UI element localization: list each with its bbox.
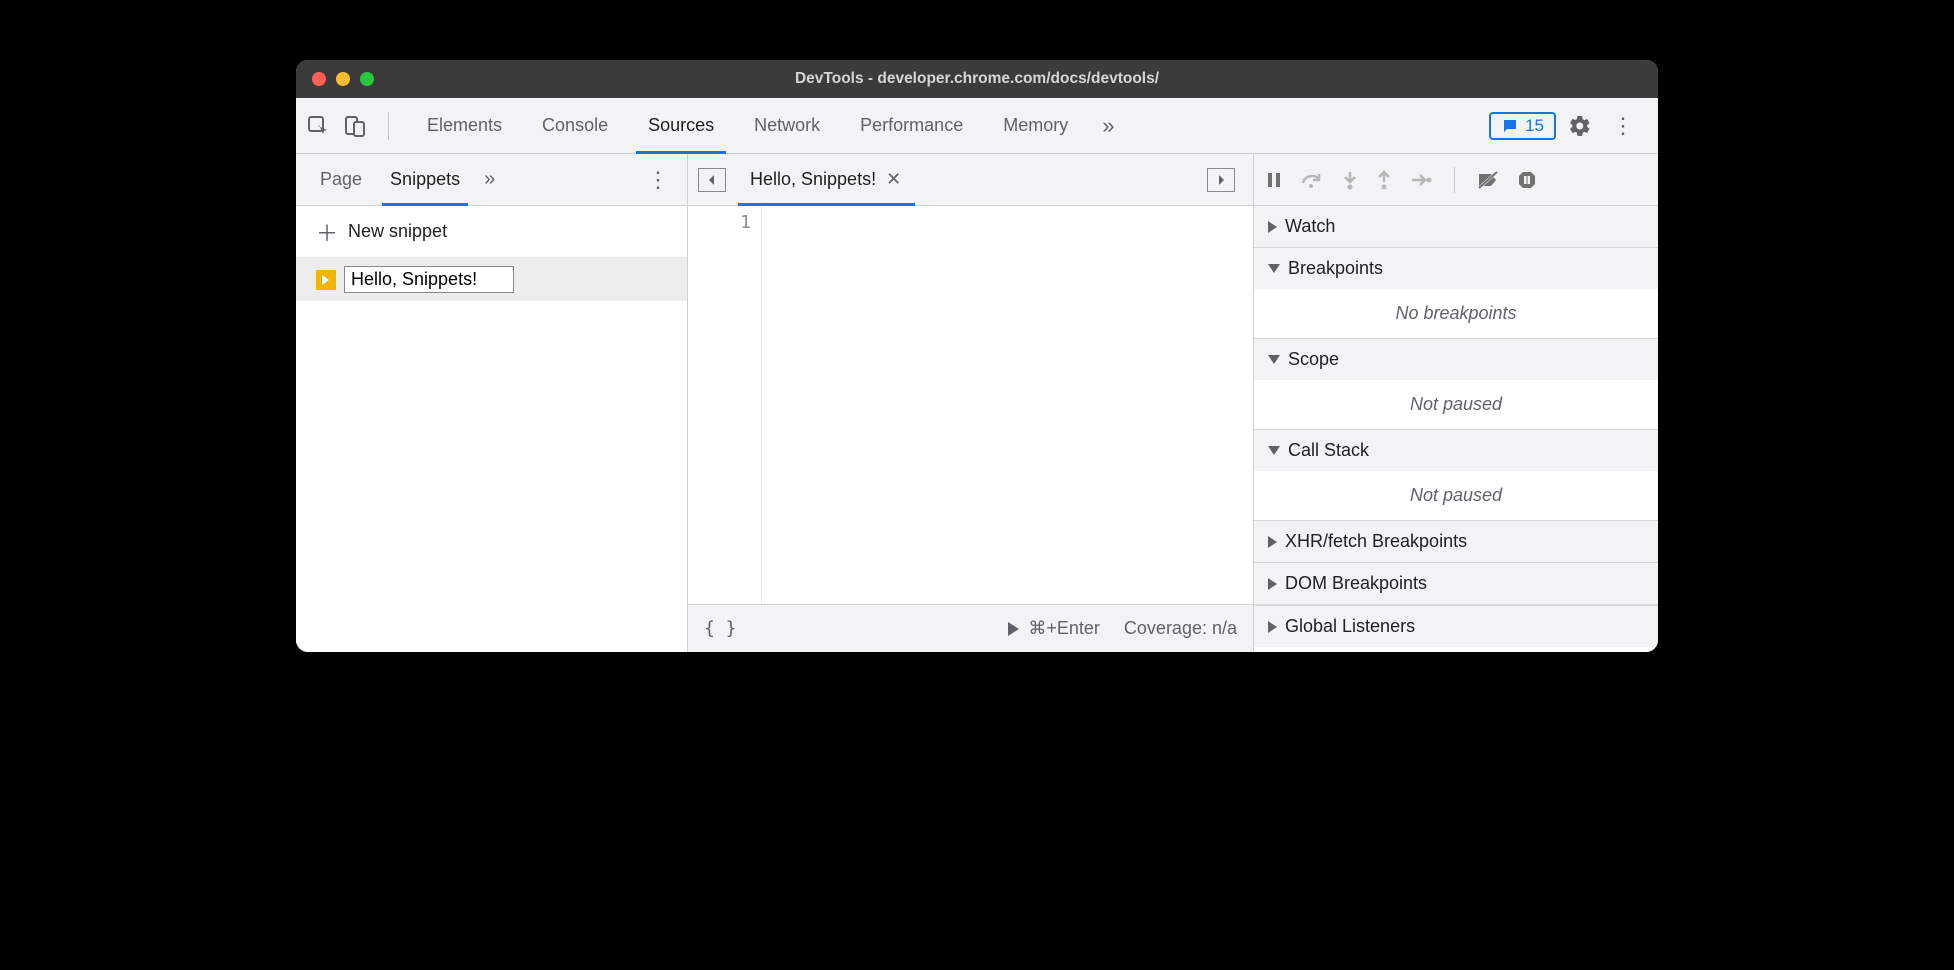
- inspect-element-icon[interactable]: [306, 114, 330, 138]
- section-label: DOM Breakpoints: [1285, 573, 1427, 594]
- navigator-more-icon[interactable]: ⋮: [639, 167, 677, 193]
- navigator-subtabs: Page Snippets » ⋮: [296, 154, 687, 206]
- snippet-name-input[interactable]: [344, 266, 514, 293]
- main-tab-bar: Elements Console Sources Network Perform…: [296, 98, 1658, 154]
- device-toolbar-icon[interactable]: [344, 114, 366, 138]
- chevron-right-icon: [1268, 578, 1277, 590]
- section-breakpoints: Breakpoints No breakpoints: [1254, 248, 1658, 339]
- pretty-print-icon[interactable]: { }: [704, 618, 737, 639]
- chevron-down-icon: [1268, 446, 1280, 455]
- toolbar-divider: [1454, 167, 1455, 193]
- tab-performance[interactable]: Performance: [840, 98, 983, 153]
- debugger-toggle-right-icon[interactable]: [1207, 168, 1235, 192]
- section-body-call-stack: Not paused: [1254, 471, 1658, 520]
- debugger-panel: Watch Breakpoints No breakpoints Scope N…: [1254, 154, 1658, 652]
- snippet-list-item[interactable]: [296, 258, 687, 301]
- tab-elements[interactable]: Elements: [407, 98, 522, 153]
- deactivate-breakpoints-icon[interactable]: [1477, 170, 1499, 190]
- chevron-right-icon: [1268, 221, 1277, 233]
- messages-badge[interactable]: 15: [1489, 112, 1556, 140]
- step-icon: [1410, 172, 1432, 188]
- subtab-page[interactable]: Page: [306, 154, 376, 205]
- chevron-down-icon: [1268, 264, 1280, 273]
- section-header-dom[interactable]: DOM Breakpoints: [1254, 563, 1658, 604]
- section-label: Scope: [1288, 349, 1339, 370]
- section-label: Global Listeners: [1285, 616, 1415, 637]
- close-tab-icon[interactable]: ✕: [884, 169, 903, 190]
- chevron-right-icon: [1268, 536, 1277, 548]
- step-out-icon: [1376, 170, 1392, 190]
- section-label: Call Stack: [1288, 440, 1369, 461]
- section-watch: Watch: [1254, 206, 1658, 248]
- run-snippet-button[interactable]: ⌘+Enter: [1006, 618, 1100, 639]
- section-header-breakpoints[interactable]: Breakpoints: [1254, 248, 1658, 289]
- debugger-toolbar: [1254, 154, 1658, 206]
- section-label: Watch: [1285, 216, 1335, 237]
- main-tabs: Elements Console Sources Network Perform…: [407, 98, 1489, 153]
- tabs-overflow-icon[interactable]: »: [1088, 98, 1128, 153]
- tab-sources[interactable]: Sources: [628, 98, 734, 153]
- section-xhr-breakpoints: XHR/fetch Breakpoints: [1254, 521, 1658, 563]
- devtools-window: DevTools - developer.chrome.com/docs/dev…: [296, 60, 1658, 652]
- subtab-snippets[interactable]: Snippets: [376, 154, 474, 205]
- pause-icon[interactable]: [1266, 171, 1282, 189]
- new-snippet-button[interactable]: ＋ New snippet: [296, 206, 687, 258]
- message-icon: [1501, 117, 1519, 135]
- panels-body: Page Snippets » ⋮ ＋ New snippet: [296, 154, 1658, 652]
- snippet-file-icon: [316, 270, 336, 290]
- window-close-button[interactable]: [312, 72, 326, 86]
- more-options-icon[interactable]: ⋮: [1604, 113, 1642, 139]
- window-zoom-button[interactable]: [360, 72, 374, 86]
- section-label: XHR/fetch Breakpoints: [1285, 531, 1467, 552]
- window-title: DevTools - developer.chrome.com/docs/dev…: [296, 70, 1658, 88]
- editor-tab-bar: Hello, Snippets! ✕: [688, 154, 1253, 206]
- section-dom-breakpoints: DOM Breakpoints: [1254, 563, 1658, 605]
- window-minimize-button[interactable]: [336, 72, 350, 86]
- section-body-breakpoints: No breakpoints: [1254, 289, 1658, 338]
- section-header-call-stack[interactable]: Call Stack: [1254, 430, 1658, 471]
- play-icon: [1006, 621, 1020, 637]
- chevron-right-icon: [1268, 621, 1277, 633]
- plus-icon: ＋: [316, 216, 338, 248]
- section-label: Breakpoints: [1288, 258, 1383, 279]
- navigator-panel: Page Snippets » ⋮ ＋ New snippet: [296, 154, 688, 652]
- step-into-icon: [1342, 170, 1358, 190]
- section-global-listeners[interactable]: Global Listeners: [1254, 605, 1658, 647]
- traffic-lights: [296, 72, 374, 86]
- section-header-watch[interactable]: Watch: [1254, 206, 1658, 247]
- new-snippet-label: New snippet: [348, 221, 447, 242]
- tab-memory[interactable]: Memory: [983, 98, 1088, 153]
- divider: [388, 112, 389, 140]
- editor-footer: { } ⌘+Enter Coverage: n/a: [688, 604, 1253, 652]
- subtabs-overflow-icon[interactable]: »: [474, 168, 505, 191]
- section-call-stack: Call Stack Not paused: [1254, 430, 1658, 521]
- settings-icon[interactable]: [1568, 114, 1592, 138]
- section-scope: Scope Not paused: [1254, 339, 1658, 430]
- code-area[interactable]: [762, 206, 1253, 604]
- tab-console[interactable]: Console: [522, 98, 628, 153]
- messages-count: 15: [1525, 116, 1544, 136]
- chevron-down-icon: [1268, 355, 1280, 364]
- coverage-label: Coverage: n/a: [1124, 618, 1237, 639]
- editor-file-tab[interactable]: Hello, Snippets! ✕: [734, 154, 919, 205]
- section-header-scope[interactable]: Scope: [1254, 339, 1658, 380]
- editor-panel: Hello, Snippets! ✕ 1 { } ⌘+Ente: [688, 154, 1254, 652]
- tab-network[interactable]: Network: [734, 98, 840, 153]
- line-number: 1: [688, 212, 751, 233]
- editor-file-tab-label: Hello, Snippets!: [750, 169, 876, 190]
- section-body-scope: Not paused: [1254, 380, 1658, 429]
- line-gutter: 1: [688, 206, 762, 604]
- code-editor[interactable]: 1: [688, 206, 1253, 604]
- step-over-icon: [1300, 171, 1324, 189]
- pause-on-exceptions-icon[interactable]: [1517, 170, 1537, 190]
- titlebar: DevTools - developer.chrome.com/docs/dev…: [296, 60, 1658, 98]
- run-shortcut-label: ⌘+Enter: [1028, 618, 1100, 639]
- navigator-toggle-left-icon[interactable]: [698, 168, 726, 192]
- section-header-xhr[interactable]: XHR/fetch Breakpoints: [1254, 521, 1658, 562]
